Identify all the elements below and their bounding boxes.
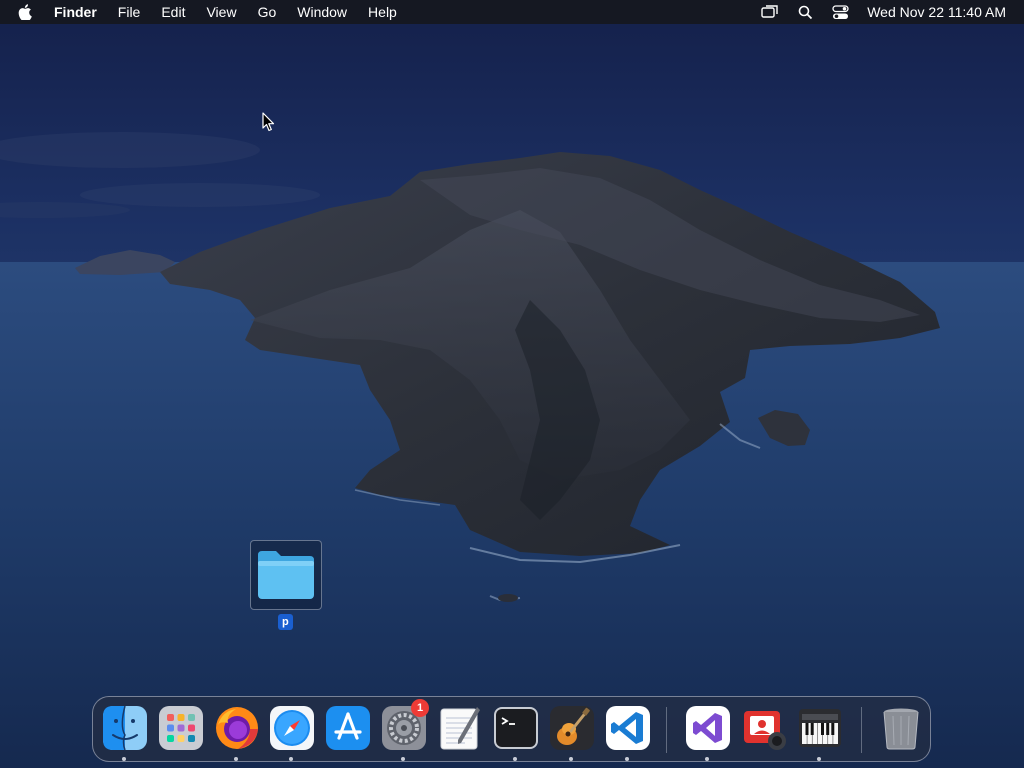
status-area: Wed Nov 22 11:40 AM [744,0,1006,24]
dock-separator [666,707,667,753]
folder-label[interactable]: p [278,614,293,630]
dock-running-indicator [289,757,293,761]
dock-running-indicator [705,757,709,761]
dock-firefox[interactable] [214,705,260,751]
dock-garageband[interactable] [549,705,595,751]
dock-app-store[interactable] [325,705,371,751]
dock-finder[interactable] [102,705,148,751]
vscode-icon [606,706,650,750]
dock-running-indicator [513,757,517,761]
desktop[interactable]: Finder File Edit View Go Window Help Wed… [0,0,1024,768]
dock-visual-studio-code[interactable] [605,705,651,751]
dock-visual-studio[interactable] [685,705,731,751]
launchpad-icon [159,706,203,750]
dock-separator [861,707,862,753]
menu-window[interactable]: Window [297,0,347,24]
mouse-cursor-icon [262,112,275,132]
dock-photo-booth[interactable] [741,705,787,751]
dock-piano[interactable] [797,705,843,751]
menu-app-name[interactable]: Finder [54,0,97,24]
finder-icon [103,705,147,751]
menu-view[interactable]: View [206,0,236,24]
dock-trash[interactable] [878,705,924,751]
menu-help[interactable]: Help [368,0,397,24]
dock-running-indicator [569,757,573,761]
dock-launchpad[interactable] [158,705,204,751]
visual-studio-icon [686,706,730,750]
control-center-icon[interactable] [831,4,849,20]
dock-running-indicator [625,757,629,761]
apple-menu-icon[interactable] [18,4,34,20]
menu-go[interactable]: Go [258,0,277,24]
dock: 1 [92,696,931,762]
safari-icon [270,706,314,750]
garageband-icon [550,706,594,750]
menu-edit[interactable]: Edit [161,0,185,24]
notification-badge: 1 [411,699,429,717]
dock-running-indicator [817,757,821,761]
textedit-icon [440,707,480,750]
wallpaper [0,132,1024,768]
spotlight-search-icon[interactable] [796,4,814,20]
menu-file[interactable]: File [118,0,141,24]
dock-safari[interactable] [269,705,315,751]
app-store-icon [326,706,370,750]
dock-running-indicator [234,757,238,761]
desktop-folder[interactable] [250,540,322,610]
dock-terminal[interactable] [493,705,539,751]
dock-system-preferences[interactable]: 1 [381,699,429,751]
firefox-icon [216,707,258,749]
menu-bar-clock[interactable]: Wed Nov 22 11:40 AM [867,4,1006,20]
dock-running-indicator [401,757,405,761]
screen-mirroring-icon[interactable] [761,4,779,20]
piano-icon [799,709,841,747]
photo-booth-icon [744,711,786,750]
menu-bar: Finder File Edit View Go Window Help Wed… [0,0,1024,24]
terminal-icon [494,707,538,749]
dock-running-indicator [122,757,126,761]
trash-icon [883,708,919,750]
dock-textedit[interactable] [437,705,483,751]
folder-icon [258,551,314,599]
